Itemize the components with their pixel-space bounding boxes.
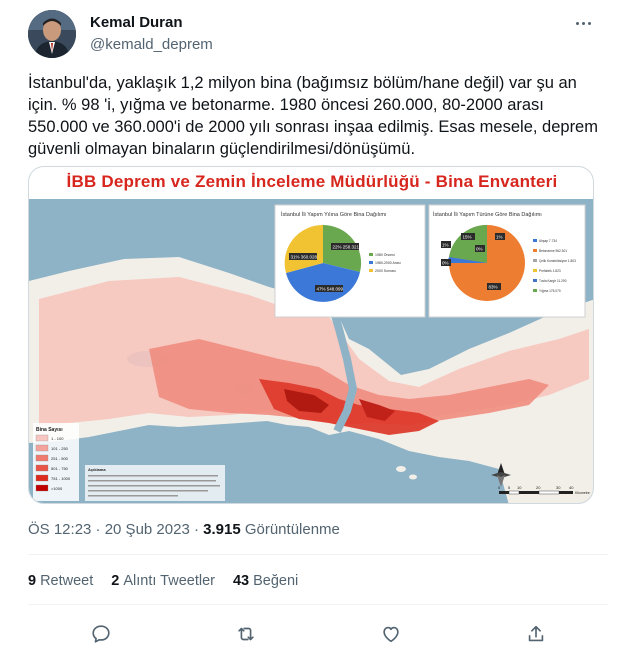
pie2-legend-6: Yığma 175.070: [539, 289, 561, 293]
like-button[interactable]: [376, 619, 406, 649]
tweet-text: İstanbul'da, yaklaşık 1,2 milyon bina (b…: [28, 74, 603, 158]
pie2-label-3: 0%: [442, 261, 449, 266]
pie1-legend-2: 1980-2000 Arası: [375, 261, 401, 265]
author-handle[interactable]: @kemald_deprem: [90, 36, 213, 53]
scale-label-20: 20: [536, 485, 541, 490]
legend-item-2: 101 - 250: [51, 446, 69, 451]
pie1-title: İstanbul İli Yapım Yılına Göre Bina Dağı…: [281, 211, 386, 218]
retweet-button[interactable]: [231, 619, 261, 649]
pie2-label-5: 1%: [496, 235, 503, 240]
building-inventory-map: İstanbul İli Yapım Yılına Göre Bina Dağı…: [29, 199, 593, 503]
views-label: Görüntülenme: [240, 521, 340, 538]
quotes-label: Alıntı Tweetler: [123, 573, 215, 589]
notes-title: Açıklama: [88, 467, 106, 472]
pie1-label-3: 31% 360.028: [291, 255, 318, 260]
reply-icon: [91, 625, 110, 643]
pie2-label-4: 0%: [476, 247, 483, 252]
scale-label-30: 30: [556, 485, 561, 490]
tweet-stats: 9 Retweet 2 Alıntı Tweetler 43 Beğeni: [28, 573, 298, 589]
retweet-icon: [237, 627, 254, 641]
pie2-label-2: 15%: [463, 235, 472, 240]
legend-item-5: 751 - 1000: [51, 476, 71, 481]
likes-label: Beğeni: [253, 573, 299, 589]
author-name[interactable]: Kemal Duran: [90, 14, 183, 31]
pie1-chart: 22% 258.321 47% 548.099 31% 360.028: [284, 224, 362, 302]
map-notes: Açıklama: [85, 465, 225, 501]
pie1-label-2: 47% 548.099: [317, 287, 344, 292]
share-button[interactable]: [521, 619, 551, 649]
retweets-label: Retweet: [40, 573, 94, 589]
likes-count: 43: [232, 573, 250, 589]
pie2-legend-2: Betonarme 962.301: [539, 249, 567, 253]
tweet-meta: ÖS 12:23 · 20 Şub 2023 · 3.915 Görüntüle…: [28, 521, 340, 538]
reply-button[interactable]: [86, 619, 116, 649]
legend-item-6: >1000: [51, 486, 63, 491]
pie2-legend-1: Ahşap 7.734: [539, 239, 557, 243]
retweets-count: 9: [28, 573, 37, 589]
tweet-actions: [28, 620, 608, 648]
share-icon: [528, 625, 543, 642]
legend-title: Bina Sayısı: [36, 427, 63, 433]
divider: [28, 554, 608, 555]
retweets-stat[interactable]: 9 Retweet: [28, 573, 93, 589]
pie2-legend-4: Prefabrik 1.823: [539, 269, 561, 273]
media-title: İBB Deprem ve Zemin İnceleme Müdürlüğü -…: [66, 172, 558, 191]
avatar[interactable]: [28, 10, 76, 58]
legend-item-4: 501 - 750: [51, 466, 69, 471]
scale-unit: Kilometre: [575, 491, 590, 495]
map-legend: Bina Sayısı 1 - 100 101 - 250 251 - 500 …: [33, 423, 79, 501]
tweet-timestamp[interactable]: ÖS 12:23 · 20 Şub 2023 ·: [28, 521, 203, 538]
tweet-media[interactable]: İBB Deprem ve Zemin İnceleme Müdürlüğü -…: [28, 166, 594, 504]
legend-item-1: 1 - 100: [51, 436, 64, 441]
avatar-image: [28, 10, 76, 58]
scale-label-40: 40: [569, 485, 574, 490]
pie2-legend-5: Tuvla Kargir 11.290: [539, 279, 567, 283]
heart-icon: [382, 626, 399, 643]
legend-item-3: 251 - 500: [51, 456, 69, 461]
likes-stat[interactable]: 43 Beğeni: [233, 573, 298, 589]
scale-label-10: 10: [517, 485, 522, 490]
pie1-legend-3: 2000 Sonrası: [375, 269, 396, 273]
quotes-count: 2: [111, 573, 120, 589]
pie2-label-1: 1%: [442, 243, 449, 248]
divider: [28, 604, 608, 605]
quotes-stat[interactable]: 2 Alıntı Tweetler: [111, 573, 215, 589]
pie1-label-1: 22% 258.321: [333, 245, 360, 250]
tweet: Kemal Duran @kemald_deprem İstanbul'da, …: [0, 0, 631, 670]
pie2-legend-3: Çelik Konstrüksiyon 1.803: [539, 259, 576, 263]
pie2-title: İstanbul İli Yapım Türüne Göre Bina Dağı…: [433, 211, 542, 218]
views-count: 3.915: [203, 521, 241, 538]
pie1-legend-1: 1980 Öncesi: [375, 253, 395, 257]
more-options-icon[interactable]: [572, 12, 594, 34]
pie2-label-6: 83%: [489, 285, 498, 290]
